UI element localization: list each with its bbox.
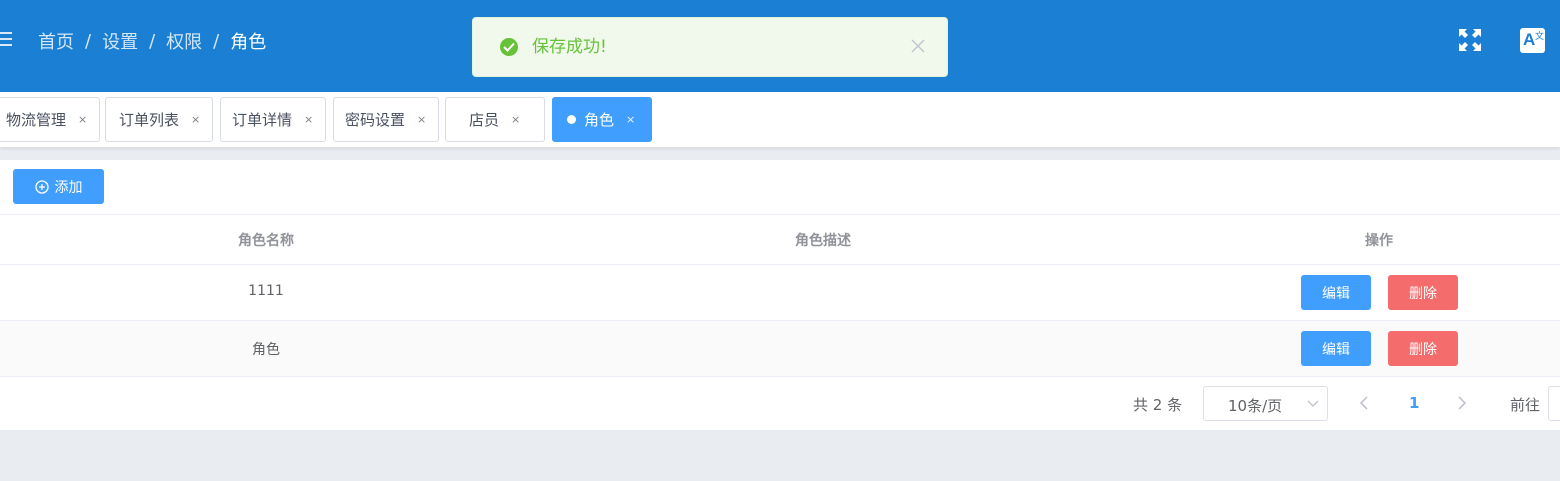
tab-label: 店员 [469, 111, 500, 129]
page-size-select[interactable]: 10条/页 [1203, 386, 1328, 421]
translate-icon[interactable]: A 文 [1520, 28, 1545, 53]
tab-role[interactable]: 角色 × [552, 97, 652, 142]
breadcrumb-item-permissions[interactable]: 权限 [166, 28, 202, 54]
translate-icon-char: 文 [1535, 32, 1545, 42]
table-row: 角色 编辑 删除 [0, 321, 1560, 377]
breadcrumb-current: 角色 [230, 32, 267, 53]
app-header: 首页 / 设置 / 权限 / 角色 保存成功! A 文 [0, 0, 1560, 92]
add-button[interactable]: 添加 [13, 169, 104, 204]
fullscreen-icon[interactable] [1458, 28, 1482, 52]
role-name-cell: 角色 [252, 342, 280, 358]
pagination-total: 共 2 条 [1133, 396, 1183, 414]
column-header-actions: 操作 [1365, 233, 1393, 249]
add-button-label: 添加 [54, 179, 83, 196]
tab-label: 订单列表 [119, 111, 180, 129]
tab-close-icon[interactable]: × [191, 113, 200, 126]
pagination: 共 2 条 10条/页 1 前往 [0, 386, 1560, 422]
breadcrumb-separator: / [149, 30, 156, 52]
toast-message: 保存成功! [532, 37, 607, 57]
goto-page-input[interactable] [1548, 386, 1560, 421]
tab-label: 物流管理 [6, 111, 67, 129]
breadcrumb-item-home[interactable]: 首页 [38, 28, 74, 54]
plus-circle-icon [34, 179, 49, 194]
column-header-role-description: 角色描述 [795, 233, 851, 249]
tab-label: 订单详情 [232, 111, 293, 129]
tab-label: 密码设置 [345, 111, 406, 129]
chevron-left-icon[interactable] [1357, 395, 1371, 411]
tags-bar: 物流管理 × 订单列表 × 订单详情 × 密码设置 × 店员 × 角色 × [0, 92, 1560, 147]
page-number-current[interactable]: 1 [1409, 394, 1419, 412]
column-header-role-name: 角色名称 [238, 233, 294, 249]
tab-close-icon[interactable]: × [304, 113, 313, 126]
breadcrumb-separator: / [213, 30, 220, 52]
translate-icon-letter: A [1523, 30, 1536, 49]
hamburger-icon[interactable] [0, 29, 14, 49]
edit-button[interactable]: 编辑 [1301, 275, 1371, 310]
tab-close-icon[interactable]: × [417, 113, 426, 126]
delete-button[interactable]: 删除 [1388, 331, 1458, 366]
tab-close-icon[interactable]: × [626, 113, 635, 126]
breadcrumb: 首页 / 设置 / 权限 / 角色 [38, 28, 267, 54]
check-circle-icon [500, 38, 518, 56]
tab-logistics[interactable]: 物流管理 × [0, 97, 100, 142]
tab-label: 角色 [584, 111, 615, 129]
chevron-down-icon [1307, 400, 1319, 407]
tab-order-detail[interactable]: 订单详情 × [220, 97, 326, 142]
chevron-right-icon[interactable] [1455, 395, 1469, 411]
success-toast: 保存成功! [472, 17, 948, 77]
role-name-cell: 1111 [248, 283, 284, 299]
tab-close-icon[interactable]: × [78, 113, 87, 126]
tab-clerk[interactable]: 店员 × [445, 97, 545, 142]
breadcrumb-separator: / [85, 30, 92, 52]
delete-button[interactable]: 删除 [1388, 275, 1458, 310]
active-dot-icon [567, 115, 576, 124]
close-icon[interactable] [910, 38, 926, 54]
goto-label: 前往 [1510, 396, 1541, 414]
page-size-value: 10条/页 [1228, 397, 1283, 415]
tab-close-icon[interactable]: × [511, 113, 520, 126]
main-content: 添加 角色名称 角色描述 操作 1111 编辑 删除 角色 编辑 删除 共 2 … [0, 160, 1560, 430]
edit-button[interactable]: 编辑 [1301, 331, 1371, 366]
breadcrumb-item-settings[interactable]: 设置 [102, 28, 138, 54]
tab-order-list[interactable]: 订单列表 × [105, 97, 213, 142]
table-header: 角色名称 角色描述 操作 [0, 214, 1560, 265]
table-row: 1111 编辑 删除 [0, 265, 1560, 321]
tab-password-settings[interactable]: 密码设置 × [333, 97, 439, 142]
